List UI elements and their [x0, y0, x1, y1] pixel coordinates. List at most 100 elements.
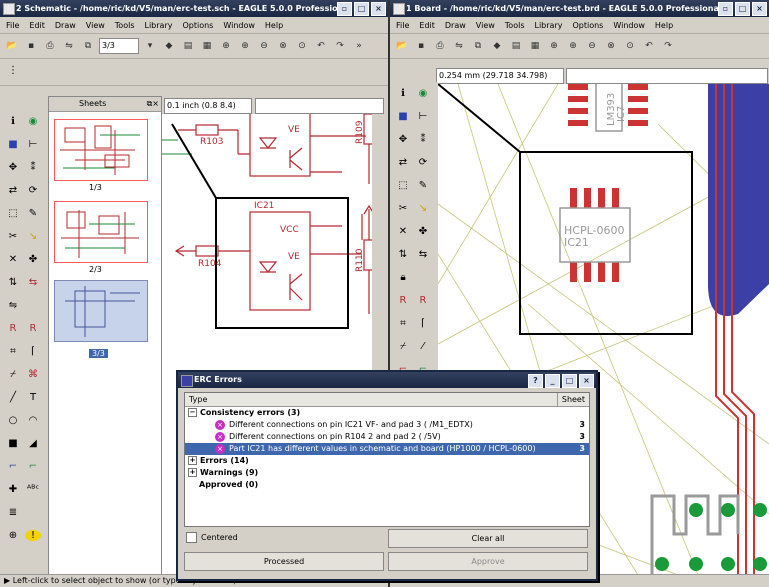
- menu-tools[interactable]: Tools: [115, 21, 135, 30]
- pinswap-icon[interactable]: ⇅: [5, 277, 21, 288]
- show-icon[interactable]: ◉: [415, 88, 431, 99]
- maximize-button[interactable]: □: [562, 374, 577, 388]
- zoom-out-icon[interactable]: ⊖: [256, 38, 272, 54]
- script-icon[interactable]: ▤: [508, 38, 524, 54]
- menu-file[interactable]: File: [6, 21, 19, 30]
- menu-draw[interactable]: Draw: [445, 21, 466, 30]
- cut-icon[interactable]: ✂: [5, 231, 21, 242]
- close-button[interactable]: ×: [752, 2, 767, 16]
- add-icon[interactable]: ✤: [25, 254, 41, 265]
- board-command-input[interactable]: [566, 68, 768, 84]
- label-icon[interactable]: ᴬᴮᶜ: [25, 484, 41, 495]
- mirror-icon[interactable]: ⇄: [395, 157, 411, 168]
- clear-all-button[interactable]: Clear all: [388, 529, 588, 548]
- mirror-icon[interactable]: ⇄: [5, 185, 21, 196]
- rotate-icon[interactable]: ⟳: [25, 185, 41, 196]
- gateswap-icon[interactable]: ⇋: [5, 300, 21, 311]
- mark-icon[interactable]: ⊢: [25, 139, 41, 150]
- minimize-button[interactable]: ▫: [337, 2, 352, 16]
- more-icon[interactable]: »: [351, 38, 367, 54]
- print-icon[interactable]: ⎙: [42, 38, 58, 54]
- attribute-icon[interactable]: ≣: [5, 507, 21, 518]
- smash-icon[interactable]: ⌗: [395, 318, 411, 329]
- centered-checkbox[interactable]: [186, 532, 197, 543]
- menu-view[interactable]: View: [86, 21, 105, 30]
- zoom-in-icon[interactable]: ⊕: [237, 38, 253, 54]
- display-icon[interactable]: ■: [395, 111, 411, 122]
- rect-icon[interactable]: ■: [5, 438, 21, 449]
- pinswap-icon[interactable]: ⇅: [395, 249, 411, 260]
- tree-node-errors[interactable]: + Errors (14): [185, 455, 589, 467]
- board-switch-icon[interactable]: ◆: [161, 38, 177, 54]
- erc-item-3[interactable]: × Part IC21 has different values in schem…: [185, 443, 589, 455]
- paste-icon[interactable]: ↘: [415, 203, 431, 214]
- tree-node-approved[interactable]: Approved (0): [185, 479, 589, 491]
- circle-icon[interactable]: ○: [5, 415, 21, 426]
- sheet-thumbnail-3[interactable]: [54, 280, 148, 342]
- change-icon[interactable]: ✎: [25, 208, 41, 219]
- delete-icon[interactable]: ✕: [395, 226, 411, 237]
- miter-icon[interactable]: ⌈: [415, 318, 431, 329]
- sheet-thumbnail-2[interactable]: [54, 201, 148, 263]
- maximize-button[interactable]: □: [354, 2, 369, 16]
- menu-library[interactable]: Library: [145, 21, 173, 30]
- menu-edit[interactable]: Edit: [419, 21, 435, 30]
- erc-icon[interactable]: !: [25, 530, 41, 541]
- zoom-in-icon[interactable]: ⊕: [565, 38, 581, 54]
- sheet-thumbnail-1[interactable]: [54, 119, 148, 181]
- tree-node-consistency[interactable]: − Consistency errors (3): [185, 407, 589, 419]
- sheet-select[interactable]: 3/3: [99, 38, 139, 54]
- menu-edit[interactable]: Edit: [29, 21, 45, 30]
- redraw-icon[interactable]: ⊙: [622, 38, 638, 54]
- menu-options[interactable]: Options: [572, 21, 603, 30]
- rotate-icon[interactable]: ⟳: [415, 157, 431, 168]
- collapse-icon[interactable]: −: [188, 408, 197, 417]
- erc-titlebar[interactable]: ERC Errors ? _ □ ×: [178, 372, 596, 388]
- display-icon[interactable]: ■: [5, 139, 21, 150]
- name-icon[interactable]: R: [5, 323, 21, 334]
- split-icon[interactable]: ⌿: [5, 369, 21, 380]
- delete-icon[interactable]: ✕: [5, 254, 21, 265]
- expand-icon[interactable]: +: [188, 456, 197, 465]
- zoom-select-icon[interactable]: ⊗: [275, 38, 291, 54]
- zoom-fit-icon[interactable]: ⊕: [546, 38, 562, 54]
- wire-icon[interactable]: ╱: [5, 392, 21, 403]
- menu-window[interactable]: Window: [223, 21, 255, 30]
- save-icon[interactable]: ▪: [413, 38, 429, 54]
- dropdown-arrow-icon[interactable]: ▾: [142, 38, 158, 54]
- add-icon[interactable]: ✤: [415, 226, 431, 237]
- board-titlebar[interactable]: 1 Board - /home/ric/kd/V5/man/erc-test.b…: [390, 0, 769, 17]
- save-icon[interactable]: ▪: [23, 38, 39, 54]
- bus-icon[interactable]: ⌐: [5, 461, 21, 472]
- zoom-out-icon[interactable]: ⊖: [584, 38, 600, 54]
- menu-window[interactable]: Window: [613, 21, 645, 30]
- zoom-fit-icon[interactable]: ⊕: [218, 38, 234, 54]
- menu-tools[interactable]: Tools: [505, 21, 525, 30]
- menu-file[interactable]: File: [396, 21, 409, 30]
- schematic-command-input[interactable]: [255, 98, 384, 114]
- schematic-switch-icon[interactable]: ◆: [489, 38, 505, 54]
- help-button[interactable]: ?: [528, 374, 543, 388]
- miter-icon[interactable]: ⌈: [25, 346, 41, 357]
- cam-icon[interactable]: ⇋: [451, 38, 467, 54]
- move-icon[interactable]: ✥: [395, 134, 411, 145]
- open-icon[interactable]: 📂: [4, 38, 20, 54]
- redraw-icon[interactable]: ⊙: [294, 38, 310, 54]
- column-type[interactable]: Type: [189, 395, 207, 404]
- lock-icon[interactable]: 🔒︎: [395, 272, 411, 283]
- polygon-icon[interactable]: ◢: [25, 438, 41, 449]
- text-icon[interactable]: T: [25, 392, 41, 403]
- menu-help[interactable]: Help: [655, 21, 673, 30]
- sheet-label-3[interactable]: 3/3: [89, 349, 108, 358]
- layer-icon[interactable]: ⧉: [470, 38, 486, 54]
- invoke-icon[interactable]: ⌘: [25, 369, 41, 380]
- redo-icon[interactable]: ↷: [332, 38, 348, 54]
- column-sheet[interactable]: Sheet: [556, 393, 585, 406]
- minimize-button[interactable]: ▫: [718, 2, 733, 16]
- script-icon[interactable]: ▤: [180, 38, 196, 54]
- group-icon[interactable]: ⬚: [395, 180, 411, 191]
- menu-view[interactable]: View: [476, 21, 495, 30]
- menu-draw[interactable]: Draw: [55, 21, 76, 30]
- erc-tree[interactable]: Type Sheet − Consistency errors (3) × Diff…: [184, 392, 590, 527]
- close-button[interactable]: ×: [371, 2, 386, 16]
